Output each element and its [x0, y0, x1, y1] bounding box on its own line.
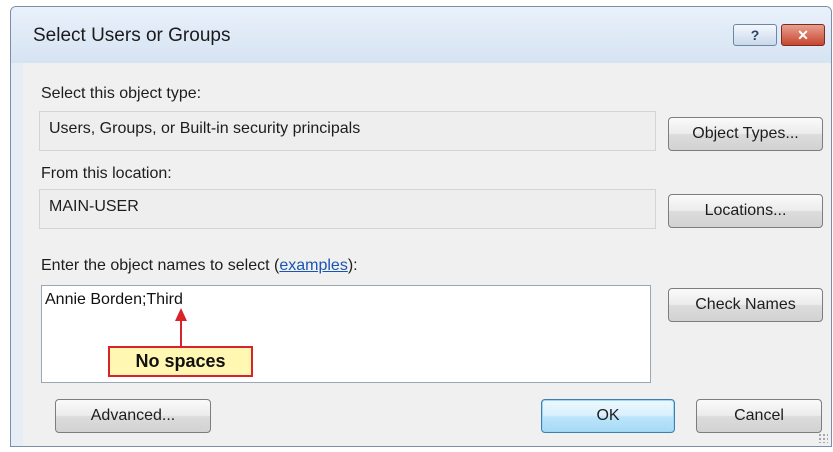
close-icon: ✕	[797, 26, 809, 43]
title-bar[interactable]: Select Users or Groups ? ✕	[11, 7, 831, 63]
select-users-dialog: Select Users or Groups ? ✕ Select this o…	[10, 6, 832, 447]
object-names-label-suffix: ):	[347, 257, 358, 274]
help-icon: ?	[750, 27, 760, 43]
dialog-title: Select Users or Groups	[33, 25, 231, 46]
dialog-body: Select this object type: Users, Groups, …	[23, 63, 831, 446]
object-names-label-prefix: Enter the object names to select (	[41, 257, 280, 274]
object-types-button[interactable]: Object Types...	[668, 117, 823, 151]
resize-grip[interactable]	[818, 433, 828, 443]
help-button[interactable]: ?	[733, 24, 777, 46]
cancel-button[interactable]: Cancel	[696, 399, 822, 433]
object-names-value: Annie Borden;Third	[45, 291, 183, 308]
check-names-button[interactable]: Check Names	[668, 288, 823, 322]
annotation-callout: No spaces	[108, 346, 253, 377]
ok-button[interactable]: OK	[541, 399, 675, 433]
advanced-button[interactable]: Advanced...	[55, 399, 211, 433]
locations-button[interactable]: Locations...	[668, 194, 823, 228]
examples-link[interactable]: examples	[279, 257, 347, 274]
location-field: MAIN-USER	[39, 189, 656, 229]
location-label: From this location:	[41, 165, 172, 182]
object-names-label: Enter the object names to select (exampl…	[41, 257, 358, 275]
close-button[interactable]: ✕	[781, 24, 825, 46]
object-type-field: Users, Groups, or Built-in security prin…	[39, 111, 656, 151]
object-type-label: Select this object type:	[41, 85, 202, 102]
